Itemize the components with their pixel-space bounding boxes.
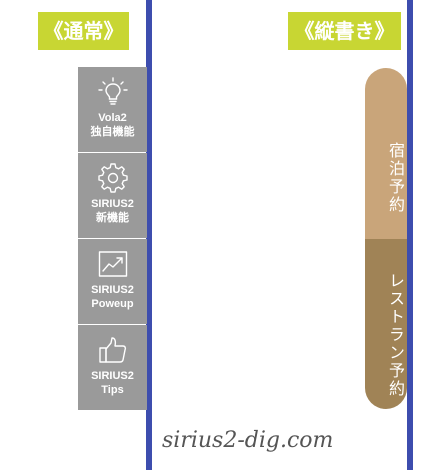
thumbs-up-icon <box>98 337 126 363</box>
vertical-tabs: 宿泊予約 レストラン予約 <box>365 68 407 409</box>
tab-restaurant-booking[interactable]: レストラン予約 <box>365 239 407 409</box>
trending-chart-icon <box>98 251 127 277</box>
side-menu-item-powerup[interactable]: SIRIUS2 Poweup <box>78 239 147 324</box>
side-menu-item-label: SIRIUS2 Poweup <box>91 284 134 310</box>
side-menu-item-tips[interactable]: SIRIUS2 Tips <box>78 325 147 410</box>
side-menu-item-vola2[interactable]: Vola2 独自機能 <box>78 67 147 152</box>
label-normal: 《通常》 <box>38 12 129 50</box>
side-menu-item-label: SIRIUS2 新機能 <box>91 198 134 224</box>
side-menu-item-new-features[interactable]: SIRIUS2 新機能 <box>78 153 147 238</box>
gear-icon <box>97 163 128 193</box>
tab-hotel-booking[interactable]: 宿泊予約 <box>365 68 407 239</box>
lightbulb-icon <box>97 77 128 105</box>
side-menu-item-label: SIRIUS2 Tips <box>91 370 134 396</box>
label-vertical: 《縦書き》 <box>288 12 401 50</box>
side-menu-item-label: Vola2 独自機能 <box>90 112 135 138</box>
side-menu: Vola2 独自機能 SIRIUS2 新機能 SIRIUS2 Poweup SI… <box>78 67 147 411</box>
site-watermark: sirius2-dig.com <box>162 428 334 453</box>
divider-line-right <box>407 0 413 470</box>
